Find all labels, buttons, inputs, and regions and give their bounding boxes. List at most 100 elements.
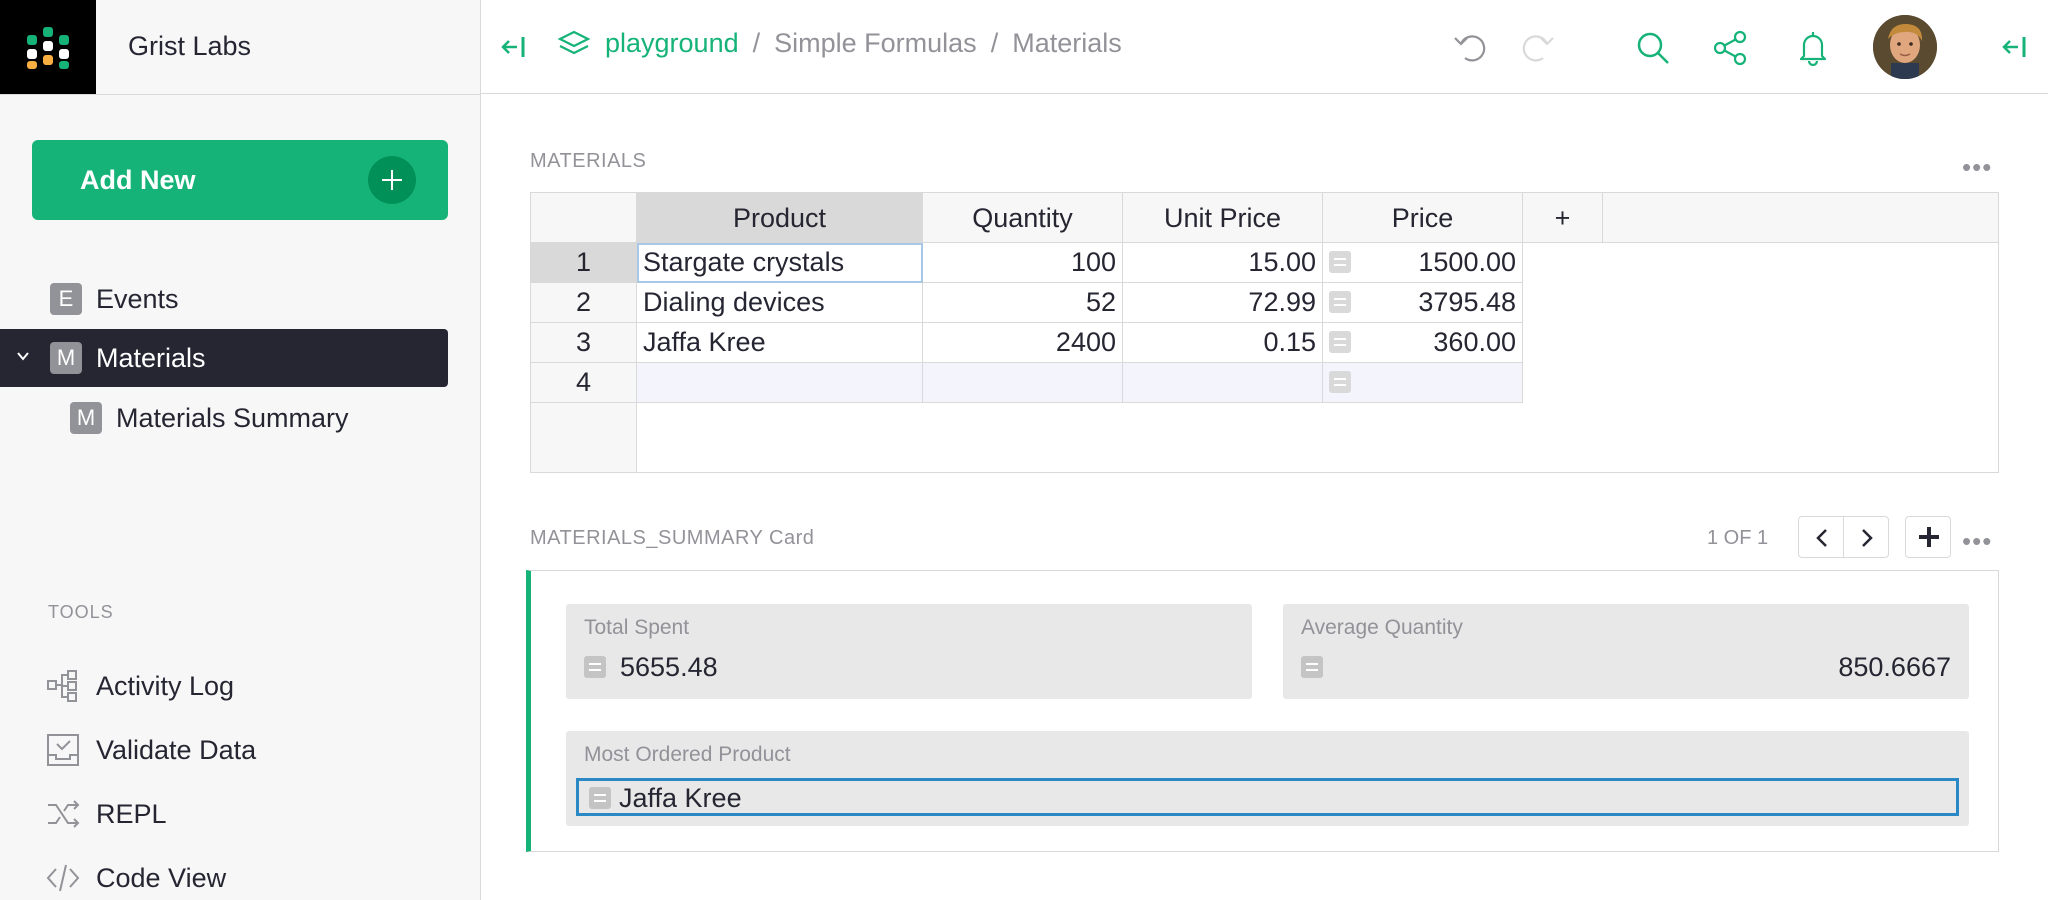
next-record-button[interactable] — [1843, 516, 1889, 558]
grist-logo[interactable] — [0, 0, 96, 94]
page-label: Events — [96, 283, 179, 314]
breadcrumb-workspace-link[interactable]: playground — [605, 28, 739, 59]
breadcrumb-page-name[interactable]: Materials — [1012, 28, 1122, 59]
search-icon[interactable] — [1635, 30, 1671, 66]
chevron-left-icon — [1816, 529, 1827, 547]
field-label: Total Spent — [584, 616, 690, 639]
cell-quantity[interactable]: 100 — [923, 243, 1123, 283]
selected-field-cursor[interactable]: Jaffa Kree — [576, 778, 1959, 816]
org-name[interactable]: Grist Labs — [128, 31, 251, 62]
add-column-button[interactable]: + — [1523, 193, 1603, 243]
row-number[interactable]: 2 — [531, 283, 637, 323]
breadcrumb-separator: / — [990, 28, 999, 58]
row-number[interactable]: 1 — [531, 243, 637, 283]
divider — [0, 94, 481, 95]
column-header-price[interactable]: Price — [1323, 193, 1523, 243]
table-row[interactable]: 3 Jaffa Kree 2400 0.15 360.00 — [531, 323, 1523, 363]
field-total-spent[interactable]: Total Spent 5655.48 — [566, 604, 1252, 699]
layers-icon — [557, 30, 591, 54]
materials-section-menu-icon[interactable]: ••• — [1962, 152, 1992, 183]
table-row[interactable]: 1 Stargate crystals 100 15.00 1500.00 — [531, 243, 1523, 283]
tool-label: Validate Data — [96, 734, 257, 765]
chevron-down-icon[interactable] — [16, 349, 30, 363]
cell-product[interactable]: Stargate crystals — [637, 243, 923, 283]
formula-icon — [1301, 656, 1323, 678]
column-header-quantity[interactable]: Quantity — [923, 193, 1123, 243]
undo-icon[interactable] — [1453, 30, 1489, 64]
page-initial-icon: M — [70, 402, 102, 434]
summary-section-menu-icon[interactable]: ••• — [1962, 526, 1992, 557]
left-panel: Grist Labs Add New E Events M Materials … — [0, 0, 481, 900]
bell-icon[interactable] — [1796, 30, 1830, 66]
collapse-right-panel-icon[interactable] — [2002, 34, 2028, 60]
formula-icon — [584, 656, 606, 678]
cell-price[interactable]: 360.00 — [1323, 323, 1523, 363]
column-header-product[interactable]: Product — [637, 193, 923, 243]
tools-heading: TOOLS — [48, 602, 114, 622]
row-number[interactable]: 3 — [531, 323, 637, 363]
summary-section-title[interactable]: MATERIALS_SUMMARY Card — [530, 527, 814, 550]
tool-label: Activity Log — [96, 670, 235, 701]
avatar[interactable] — [1873, 15, 1937, 79]
table-row[interactable]: 2 Dialing devices 52 72.99 3795.48 — [531, 283, 1523, 323]
cell-product[interactable]: Jaffa Kree — [637, 323, 923, 363]
grid-corner[interactable] — [531, 193, 637, 243]
cell-product[interactable] — [637, 363, 923, 403]
formula-icon — [1329, 291, 1351, 313]
validate-data-icon — [47, 734, 79, 766]
formula-icon — [589, 787, 611, 809]
page-label: Materials — [96, 342, 206, 373]
cell-unit-price[interactable]: 0.15 — [1123, 323, 1323, 363]
row-number[interactable]: 4 — [531, 363, 637, 403]
column-header-unit-price[interactable]: Unit Price — [1123, 193, 1323, 243]
code-view-icon — [46, 864, 80, 892]
tool-label: Code View — [96, 862, 227, 893]
breadcrumb: playground / Simple Formulas / Materials — [557, 28, 1122, 59]
cell-unit-price[interactable]: 15.00 — [1123, 243, 1323, 283]
plus-icon — [368, 156, 416, 204]
cell-price[interactable] — [1323, 363, 1523, 403]
page-item-events[interactable]: E Events — [0, 270, 448, 328]
cell-quantity[interactable]: 2400 — [923, 323, 1123, 363]
breadcrumb-separator: / — [752, 28, 761, 58]
tool-activity-log[interactable]: Activity Log — [46, 666, 234, 706]
add-record-button[interactable] — [1905, 516, 1951, 558]
field-label: Average Quantity — [1301, 616, 1463, 639]
cell-quantity[interactable] — [923, 363, 1123, 403]
cell-quantity[interactable]: 52 — [923, 283, 1123, 323]
field-value: 5655.48 — [620, 652, 718, 682]
tool-code-view[interactable]: Code View — [46, 858, 226, 898]
cell-product[interactable]: Dialing devices — [637, 283, 923, 323]
collapse-left-panel-icon[interactable] — [501, 34, 527, 60]
cell-unit-price[interactable] — [1123, 363, 1323, 403]
field-average-quantity[interactable]: Average Quantity 850.6667 — [1283, 604, 1969, 699]
page-initial-icon: M — [50, 342, 82, 374]
breadcrumb-document-name[interactable]: Simple Formulas — [774, 28, 977, 59]
cell-price-value: 3795.48 — [1418, 287, 1516, 317]
tool-validate-data[interactable]: Validate Data — [46, 730, 256, 770]
materials-section-title[interactable]: MATERIALS — [530, 150, 646, 173]
activity-log-icon — [47, 670, 77, 702]
cell-unit-price[interactable]: 72.99 — [1123, 283, 1323, 323]
cell-price[interactable]: 3795.48 — [1323, 283, 1523, 323]
previous-record-button[interactable] — [1798, 516, 1844, 558]
user-avatar-icon — [1873, 15, 1937, 79]
grist-logo-icon — [27, 27, 69, 69]
page-initial-icon: E — [50, 283, 82, 315]
page-label: Materials Summary — [116, 402, 349, 433]
add-row[interactable]: 4 — [531, 363, 1523, 403]
add-new-button[interactable]: Add New — [32, 140, 448, 220]
cell-price[interactable]: 1500.00 — [1323, 243, 1523, 283]
chevron-right-icon — [1862, 529, 1873, 547]
redo-icon[interactable] — [1519, 30, 1555, 64]
field-value: Jaffa Kree — [619, 783, 742, 813]
page-item-materials-summary[interactable]: M Materials Summary — [0, 389, 448, 447]
repl-icon — [48, 800, 80, 828]
tool-repl[interactable]: REPL — [46, 794, 167, 834]
field-label: Most Ordered Product — [584, 743, 791, 766]
top-bar: playground / Simple Formulas / Materials — [481, 0, 2048, 94]
field-most-ordered-product[interactable]: Most Ordered Product Jaffa Kree — [566, 731, 1969, 826]
page-item-materials[interactable]: M Materials — [0, 329, 448, 387]
share-icon[interactable] — [1713, 30, 1747, 66]
tool-label: REPL — [96, 798, 167, 829]
